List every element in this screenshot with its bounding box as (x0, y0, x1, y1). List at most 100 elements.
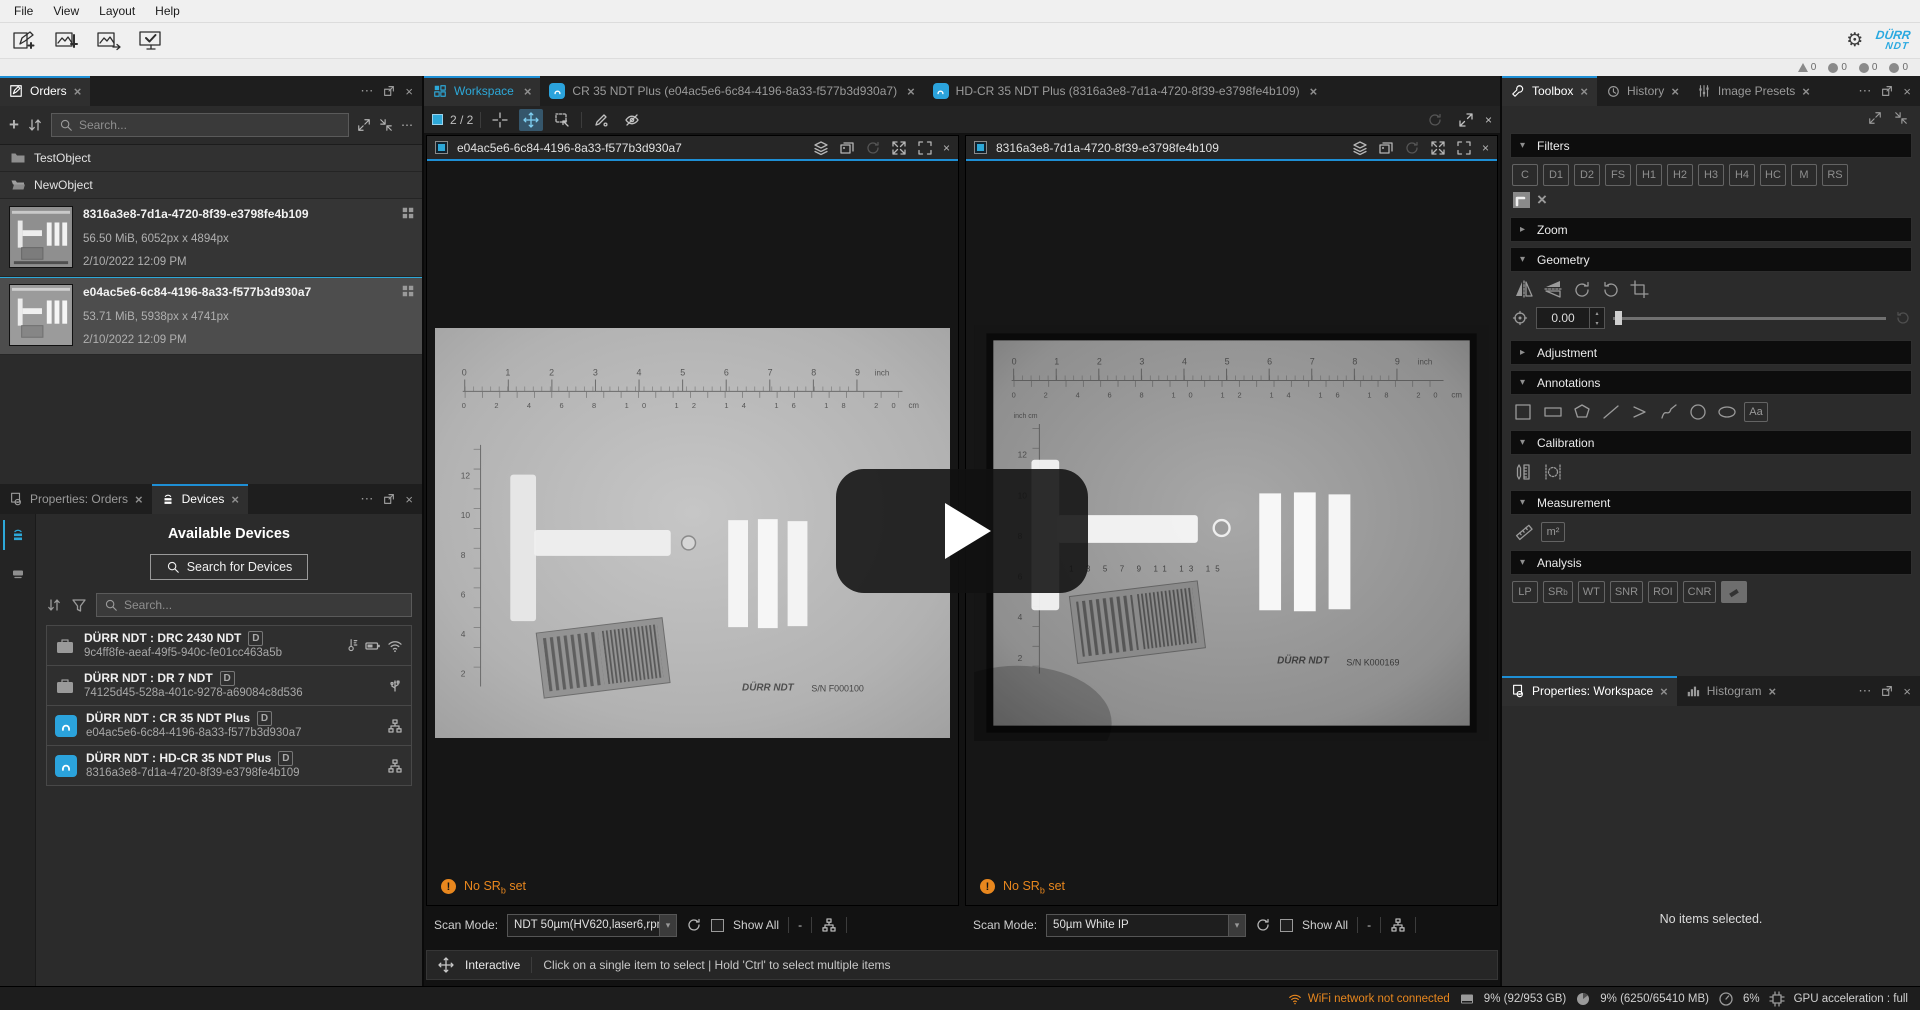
text-annotation-button[interactable]: Aa (1744, 402, 1768, 422)
device-row-cr35[interactable]: DÜRR NDT : CR 35 NDT PlusD e04ac5e6-6c84… (46, 705, 412, 746)
fullscreen-icon[interactable] (1456, 140, 1472, 156)
close-icon[interactable]: × (1660, 684, 1668, 699)
line-annotation-button[interactable] (1599, 401, 1623, 423)
menu-layout[interactable]: Layout (91, 2, 143, 20)
more-icon[interactable]: ⋯ (1858, 683, 1871, 699)
area-measure-button[interactable]: m² (1541, 522, 1565, 542)
close-icon[interactable]: × (1768, 684, 1776, 699)
close-icon[interactable]: × (231, 492, 239, 507)
filter-d1-button[interactable]: D1 (1543, 164, 1569, 186)
error-count-badge[interactable]: 0 (1828, 62, 1847, 73)
polygon-annotation-button[interactable] (1570, 401, 1594, 423)
filter-d2-button[interactable]: D2 (1574, 164, 1600, 186)
section-header-annotations[interactable]: ▾ Annotations (1510, 370, 1912, 395)
refresh-icon[interactable] (686, 917, 702, 933)
more-icon[interactable]: ⋯ (360, 83, 373, 99)
cpu-usage[interactable]: 6% (1743, 993, 1760, 1005)
show-all-checkbox[interactable] (1280, 919, 1293, 932)
select-tool-button[interactable] (550, 109, 574, 131)
section-header-filters[interactable]: ▾ Filters (1510, 133, 1912, 158)
sync-viewers-icon[interactable] (1423, 109, 1447, 131)
ruler-measure-button[interactable] (1512, 521, 1536, 543)
layout-indicator-icon[interactable] (432, 114, 443, 125)
section-header-geometry[interactable]: ▾ Geometry (1510, 247, 1912, 272)
video-play-overlay[interactable] (836, 469, 1088, 593)
tab-devices[interactable]: Devices × (152, 484, 248, 514)
orders-search-input[interactable] (79, 118, 341, 132)
image-stack-icon[interactable] (1378, 140, 1394, 156)
more-icon[interactable]: ⋯ (1858, 83, 1871, 99)
circle-annotation-button[interactable] (1686, 401, 1710, 423)
popout-icon[interactable] (1880, 684, 1894, 698)
sort-icon[interactable] (46, 597, 62, 613)
filter-c-button[interactable]: C (1512, 164, 1538, 186)
section-header-zoom[interactable]: ▸ Zoom (1510, 217, 1912, 242)
remove-filter-icon[interactable]: × (1537, 190, 1547, 210)
curve-annotation-button[interactable] (1657, 401, 1681, 423)
more-icon[interactable]: ⋯ (401, 118, 413, 132)
tab-workspace[interactable]: Workspace × (424, 76, 540, 106)
filter-fs-button[interactable]: FS (1605, 164, 1631, 186)
lp-analysis-button[interactable]: LP (1512, 581, 1538, 603)
acquire-button[interactable] (136, 28, 166, 54)
filter-h4-button[interactable]: H4 (1729, 164, 1755, 186)
grid-icon[interactable] (401, 206, 415, 220)
folder-newobject[interactable]: NewObject (0, 172, 422, 199)
crop-button[interactable] (1628, 278, 1652, 300)
filter-m-button[interactable]: M (1791, 164, 1817, 186)
spin-up-icon[interactable]: ▴ (1590, 308, 1604, 318)
close-icon[interactable]: × (1580, 84, 1588, 99)
wedge-analysis-button[interactable] (1721, 581, 1747, 603)
section-header-measurement[interactable]: ▾ Measurement (1510, 490, 1912, 515)
memory-usage[interactable]: 9% (6250/65410 MB) (1600, 993, 1709, 1005)
ellipse-annotation-button[interactable] (1715, 401, 1739, 423)
wireless-devices-icon[interactable] (3, 520, 33, 550)
close-icon[interactable]: × (1903, 84, 1911, 99)
image-stack-icon[interactable] (839, 140, 855, 156)
tab-histogram[interactable]: Histogram × (1677, 676, 1785, 706)
close-icon[interactable]: × (405, 492, 413, 507)
tab-history[interactable]: History × (1597, 76, 1688, 106)
close-icon[interactable]: × (1903, 684, 1911, 699)
filter-rs-button[interactable]: RS (1822, 164, 1848, 186)
popout-icon[interactable] (1880, 84, 1894, 98)
filter-hc-button[interactable]: HC (1760, 164, 1786, 186)
maximize-workspace-icon[interactable] (1454, 109, 1478, 131)
refresh-icon[interactable] (865, 140, 881, 156)
rectangle-annotation-button[interactable] (1541, 401, 1565, 423)
close-icon[interactable]: × (1671, 84, 1679, 99)
warning-count-badge[interactable]: 0 (1798, 62, 1817, 73)
order-item[interactable]: 8316a3e8-7d1a-4720-8f39-e3798fe4b109 56.… (0, 199, 422, 277)
filter-h3-button[interactable]: H3 (1698, 164, 1724, 186)
close-icon[interactable]: × (524, 84, 532, 99)
device-row-hdcr35[interactable]: DÜRR NDT : HD-CR 35 NDT PlusD 8316a3e8-7… (46, 745, 412, 786)
close-icon[interactable]: × (1802, 84, 1810, 99)
alert-count-badge[interactable]: 0 (1859, 62, 1878, 73)
roi-analysis-button[interactable]: ROI (1648, 581, 1678, 603)
tab-orders[interactable]: Orders × (0, 76, 90, 106)
expand-icon[interactable] (891, 140, 907, 156)
device-row-drc2430[interactable]: DÜRR NDT : DRC 2430 NDTD 9c4ff8fe-aeaf-4… (46, 625, 412, 666)
wifi-status[interactable]: WiFi network not connected (1288, 992, 1450, 1006)
folder-testobject[interactable]: TestObject (0, 145, 422, 172)
show-all-checkbox[interactable] (711, 919, 724, 932)
wt-analysis-button[interactable]: WT (1578, 581, 1605, 603)
expand-icon[interactable] (1430, 140, 1446, 156)
collapse-sections-icon[interactable] (1894, 111, 1908, 125)
close-icon[interactable]: × (135, 492, 143, 507)
filter-icon[interactable] (71, 597, 87, 613)
expand-sections-icon[interactable] (1868, 111, 1882, 125)
tab-hdcr35[interactable]: HD-CR 35 NDT Plus (8316a3e8-7d1a-4720-8f… (924, 76, 1327, 106)
tab-cr35[interactable]: CR 35 NDT Plus (e04ac5e6-6c84-4196-8a33-… (540, 76, 923, 106)
fullscreen-icon[interactable] (917, 140, 933, 156)
network-icon[interactable] (1390, 917, 1406, 933)
reset-rotation-icon[interactable] (1894, 310, 1910, 326)
custom-filter-icon[interactable] (1512, 191, 1532, 209)
refresh-icon[interactable] (1255, 917, 1271, 933)
menu-view[interactable]: View (45, 2, 87, 20)
close-icon[interactable]: × (907, 84, 915, 99)
local-devices-icon[interactable] (3, 558, 33, 588)
export-image-button[interactable] (94, 28, 124, 54)
annotate-tool-button[interactable] (589, 109, 613, 131)
slider-handle[interactable] (1615, 311, 1622, 325)
